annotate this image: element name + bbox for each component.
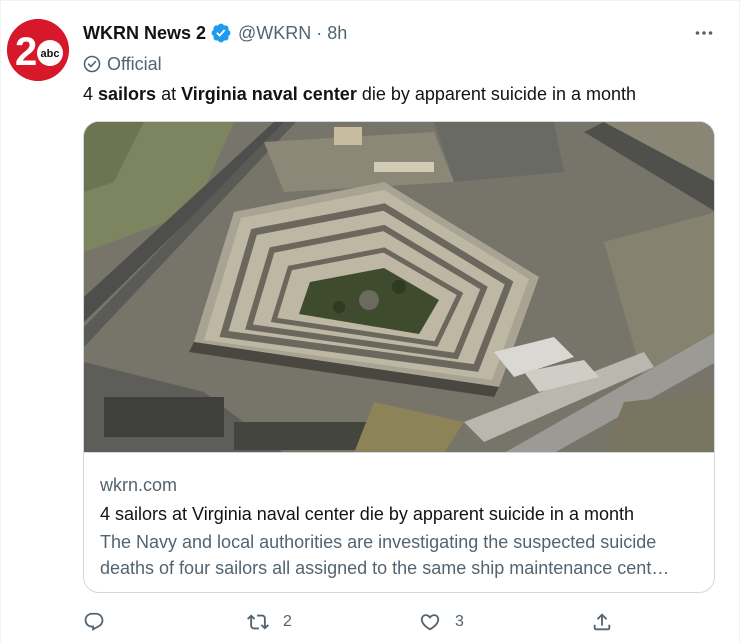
verified-badge-icon <box>210 22 232 44</box>
tweet-text-segment: 4 <box>83 84 99 104</box>
retweet-icon <box>247 614 269 630</box>
card-image[interactable] <box>84 122 714 453</box>
official-badge-icon <box>83 55 101 73</box>
retweet-count: 2 <box>283 613 292 630</box>
separator-dot: · <box>316 22 323 43</box>
card-body: wkrn.com 4 sailors at Virginia naval cen… <box>100 472 698 581</box>
link-card[interactable]: wkrn.com 4 sailors at Virginia naval cen… <box>83 121 715 593</box>
tweet-header: WKRN News 2 @WKRN · 8h <box>83 21 347 45</box>
tweet-text-bold-segment: sailors <box>98 84 157 104</box>
avatar[interactable]: 2 abc <box>7 19 69 81</box>
card-description: The Navy and local authorities are inves… <box>100 529 698 581</box>
card-domain: wkrn.com <box>100 475 178 495</box>
tweet-text-segment: die by apparent suicide in a month <box>356 84 637 104</box>
official-label: Official <box>83 52 162 76</box>
tweet-text-segment: at <box>156 84 182 104</box>
reply-button[interactable] <box>83 607 105 637</box>
official-label-text: Official <box>107 53 162 74</box>
like-icon <box>420 614 440 631</box>
tweet[interactable]: 2 abc WKRN News 2 @WKRN · 8h Official 4 … <box>0 0 740 642</box>
like-button[interactable]: 3 <box>419 607 464 637</box>
share-icon <box>593 613 611 631</box>
avatar-number: 2 <box>15 30 37 74</box>
card-title: 4 sailors at Virginia naval center die b… <box>100 504 634 524</box>
reply-icon <box>84 612 104 631</box>
account-handle[interactable]: @WKRN <box>238 23 311 44</box>
card-description-line: deaths of four sailors all assigned to t… <box>100 558 670 578</box>
tweet-text-bold-segment: Virginia naval center <box>181 84 357 104</box>
like-count: 3 <box>455 613 464 630</box>
tweet-text: 4 sailors at Virginia naval center die b… <box>83 82 636 106</box>
retweet-button[interactable]: 2 <box>247 607 292 637</box>
tweet-timestamp[interactable]: 8h <box>327 23 347 44</box>
card-description-line: The Navy and local authorities are inves… <box>100 532 657 552</box>
share-button[interactable] <box>591 607 613 637</box>
account-name[interactable]: WKRN News 2 <box>83 23 206 44</box>
more-options-icon[interactable] <box>689 21 719 45</box>
action-bar: 2 3 <box>83 607 623 637</box>
avatar-network: abc <box>41 48 60 60</box>
